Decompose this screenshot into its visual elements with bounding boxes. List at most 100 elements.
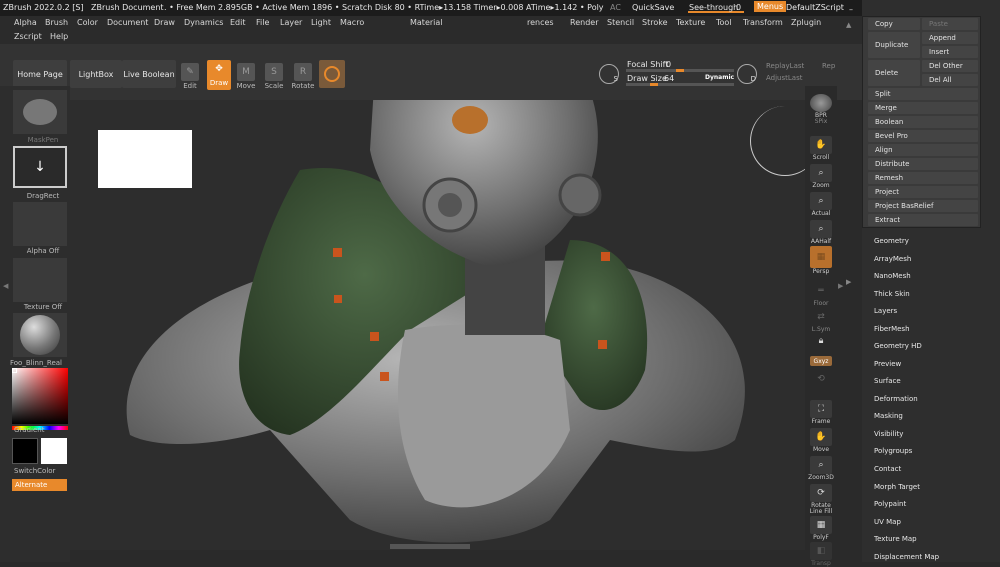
menu-render[interactable]: Render bbox=[570, 18, 598, 27]
gxyz-button[interactable]: Gxyz bbox=[808, 356, 834, 366]
extract-button[interactable]: Extract bbox=[868, 214, 978, 226]
menu-preferences[interactable]: rences bbox=[527, 18, 554, 27]
rep-button[interactable]: Rep bbox=[822, 62, 835, 70]
lsym-button[interactable]: ⇄ L.Sym bbox=[808, 308, 834, 333]
canvas-viewport[interactable] bbox=[70, 100, 805, 550]
rotate-axis-button[interactable]: ⟲ bbox=[808, 370, 834, 388]
bottom-scroll-handle[interactable] bbox=[390, 544, 470, 549]
menu-material[interactable]: Material bbox=[410, 18, 443, 27]
d-brush-icon[interactable]: D bbox=[737, 64, 757, 84]
section-nanomesh[interactable]: NanoMesh bbox=[874, 272, 911, 280]
menu-light[interactable]: Light bbox=[311, 18, 331, 27]
bpr-button[interactable]: ●BPR bbox=[808, 94, 834, 119]
floor-button[interactable]: ═ Floor bbox=[808, 282, 834, 307]
move-tool-button[interactable]: M Move bbox=[234, 63, 258, 90]
section-uv-map[interactable]: UV Map bbox=[874, 518, 901, 526]
paste-button[interactable]: Paste bbox=[922, 18, 978, 30]
menu-draw[interactable]: Draw bbox=[154, 18, 175, 27]
panel-arrow-mid[interactable]: ▶ bbox=[846, 278, 851, 286]
menu-brush[interactable]: Brush bbox=[45, 18, 68, 27]
color-picker-handle[interactable] bbox=[12, 368, 17, 373]
menus-button[interactable]: Menus bbox=[754, 1, 787, 12]
texture-slot[interactable] bbox=[13, 258, 67, 302]
remesh-button[interactable]: Remesh bbox=[868, 172, 978, 184]
focal-shift-slider[interactable] bbox=[626, 69, 734, 72]
move-view-button[interactable]: ✋ Move bbox=[808, 428, 834, 453]
transp-button[interactable]: ◧ Transp bbox=[808, 542, 834, 567]
menu-layer[interactable]: Layer bbox=[280, 18, 302, 27]
delete-button[interactable]: Delete bbox=[868, 60, 920, 86]
dragrect-stroke-slot[interactable]: ↓ bbox=[13, 146, 67, 188]
section-geometry-hd[interactable]: Geometry HD bbox=[874, 342, 922, 350]
menu-file[interactable]: File bbox=[256, 18, 269, 27]
edit-tool-button[interactable]: ✎ Edit bbox=[178, 63, 202, 90]
project-button[interactable]: Project bbox=[868, 186, 978, 198]
menu-edit[interactable]: Edit bbox=[230, 18, 246, 27]
bevel-pro-button[interactable]: Bevel Pro bbox=[868, 130, 978, 142]
menu-zscript[interactable]: Zscript bbox=[14, 32, 42, 41]
section-visibility[interactable]: Visibility bbox=[874, 430, 903, 438]
menu-alpha[interactable]: Alpha bbox=[14, 18, 37, 27]
menu-dynamics[interactable]: Dynamics bbox=[184, 18, 223, 27]
rotate-view-button[interactable]: ⟳ Rotate bbox=[808, 484, 834, 509]
section-deformation[interactable]: Deformation bbox=[874, 395, 918, 403]
default-zscript[interactable]: DefaultZScript bbox=[786, 3, 844, 12]
menu-tool[interactable]: Tool bbox=[716, 18, 732, 27]
right-collapse-arrow[interactable]: ▶ bbox=[838, 282, 843, 290]
alternate-button[interactable]: Alternate bbox=[12, 479, 67, 491]
menu-texture[interactable]: Texture bbox=[676, 18, 705, 27]
menu-document[interactable]: Document bbox=[107, 18, 148, 27]
material-mode-button[interactable] bbox=[319, 60, 345, 88]
project-basrelief-button[interactable]: Project BasRelief bbox=[868, 200, 978, 212]
scale-tool-button[interactable]: S Scale bbox=[262, 63, 286, 90]
home-page-button[interactable]: Home Page bbox=[13, 60, 67, 88]
adjust-last-button[interactable]: AdjustLast bbox=[766, 74, 802, 82]
zoom-button[interactable]: ⌕ Zoom bbox=[808, 164, 834, 189]
draw-tool-button[interactable]: ✥ Draw bbox=[207, 60, 231, 90]
persp-button[interactable]: ▦ Persp bbox=[808, 246, 834, 275]
split-button[interactable]: Split bbox=[868, 88, 978, 100]
color-picker[interactable] bbox=[12, 368, 68, 424]
menu-stroke[interactable]: Stroke bbox=[642, 18, 668, 27]
section-thick-skin[interactable]: Thick Skin bbox=[874, 290, 910, 298]
panel-arrow-top[interactable]: ▲ bbox=[846, 21, 851, 29]
zoom3d-button[interactable]: ⌕ Zoom3D bbox=[808, 456, 834, 481]
lightbox-button[interactable]: LightBox bbox=[70, 60, 122, 88]
section-preview[interactable]: Preview bbox=[874, 360, 901, 368]
spix-button[interactable]: SPix bbox=[808, 118, 834, 125]
title-dash[interactable]: – bbox=[849, 5, 853, 14]
actual-button[interactable]: ⌕ Actual bbox=[808, 192, 834, 217]
menu-color[interactable]: Color bbox=[77, 18, 98, 27]
secondary-color-swatch[interactable] bbox=[41, 438, 67, 464]
left-collapse-arrow[interactable]: ◀ bbox=[3, 282, 8, 290]
align-button[interactable]: Align bbox=[868, 144, 978, 156]
merge-button[interactable]: Merge bbox=[868, 102, 978, 114]
section-arraymesh[interactable]: ArrayMesh bbox=[874, 255, 911, 263]
append-button[interactable]: Append bbox=[922, 32, 978, 44]
section-polypaint[interactable]: Polypaint bbox=[874, 500, 906, 508]
insert-button[interactable]: Insert bbox=[922, 46, 978, 58]
dynamic-toggle[interactable]: Dynamic bbox=[705, 74, 734, 81]
menu-transform[interactable]: Transform bbox=[743, 18, 783, 27]
boolean-button[interactable]: Boolean bbox=[868, 116, 978, 128]
section-masking[interactable]: Masking bbox=[874, 412, 903, 420]
menu-macro[interactable]: Macro bbox=[340, 18, 364, 27]
menu-help[interactable]: Help bbox=[50, 32, 68, 41]
lock-button[interactable]: 🔒︎ bbox=[808, 332, 834, 350]
primary-color-swatch[interactable] bbox=[12, 438, 38, 464]
s-brush-icon[interactable]: S bbox=[599, 64, 619, 84]
aahalf-button[interactable]: ⌕ AAHalf bbox=[808, 220, 834, 245]
copy-button[interactable]: Copy bbox=[868, 18, 920, 30]
section-polygroups[interactable]: Polygroups bbox=[874, 447, 912, 455]
section-morph-target[interactable]: Morph Target bbox=[874, 483, 920, 491]
live-boolean-button[interactable]: Live Boolean bbox=[122, 60, 176, 88]
switchcolor-button[interactable]: SwitchColor bbox=[14, 467, 74, 475]
gradient-label[interactable]: Gradient bbox=[14, 426, 74, 434]
menu-zplugin[interactable]: Zplugin bbox=[791, 18, 821, 27]
duplicate-button[interactable]: Duplicate bbox=[868, 32, 920, 58]
del-all-button[interactable]: Del All bbox=[922, 74, 978, 86]
section-surface[interactable]: Surface bbox=[874, 377, 901, 385]
scroll-button[interactable]: ✋ Scroll bbox=[808, 136, 834, 161]
sculpt-model[interactable] bbox=[70, 100, 805, 550]
section-contact[interactable]: Contact bbox=[874, 465, 901, 473]
